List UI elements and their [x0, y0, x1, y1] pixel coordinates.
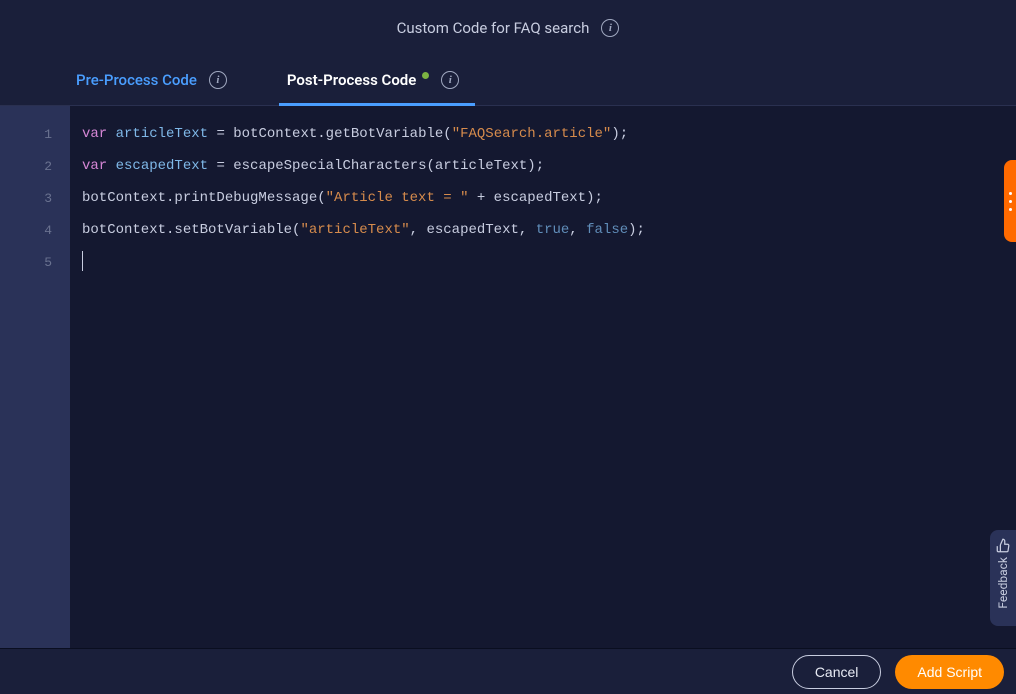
- has-content-indicator-icon: [422, 72, 429, 79]
- code-line: botContext.printDebugMessage("Article te…: [82, 182, 1016, 214]
- line-number: 1: [0, 118, 70, 150]
- tabs-bar: Pre-Process Code i Post-Process Code i: [0, 55, 1016, 105]
- code-line: botContext.setBotVariable("articleText",…: [82, 214, 1016, 246]
- info-icon[interactable]: i: [209, 71, 227, 89]
- code-line: var escapedText = escapeSpecialCharacter…: [82, 150, 1016, 182]
- line-number: 5: [0, 246, 70, 278]
- line-number-gutter: 1 2 3 4 5: [0, 106, 70, 648]
- dialog-title: Custom Code for FAQ search: [397, 19, 590, 37]
- feedback-label: Feedback: [996, 557, 1010, 609]
- code-editor: 1 2 3 4 5 var articleText = botContext.g…: [0, 105, 1016, 648]
- code-line: [82, 246, 1016, 278]
- dot-icon: [1009, 208, 1012, 211]
- line-number: 2: [0, 150, 70, 182]
- line-number: 4: [0, 214, 70, 246]
- tab-label: Post-Process Code: [287, 71, 416, 89]
- dialog-footer: Cancel Add Script: [0, 648, 1016, 694]
- info-icon[interactable]: i: [601, 19, 619, 37]
- tab-pre-process-code[interactable]: Pre-Process Code i: [76, 55, 227, 105]
- dot-icon: [1009, 200, 1012, 203]
- dot-icon: [1009, 192, 1012, 195]
- code-line: var articleText = botContext.getBotVaria…: [82, 118, 1016, 150]
- feedback-tab[interactable]: Feedback: [990, 530, 1016, 626]
- tab-post-process-code[interactable]: Post-Process Code i: [287, 55, 459, 105]
- cancel-button[interactable]: Cancel: [792, 655, 882, 689]
- line-number: 3: [0, 182, 70, 214]
- add-script-button[interactable]: Add Script: [895, 655, 1004, 689]
- side-panel-handle[interactable]: [1004, 160, 1016, 242]
- text-cursor-icon: [82, 251, 83, 271]
- info-icon[interactable]: i: [441, 71, 459, 89]
- dialog-header: Custom Code for FAQ search i: [0, 0, 1016, 55]
- thumbs-up-icon: [996, 538, 1011, 553]
- code-textarea[interactable]: var articleText = botContext.getBotVaria…: [70, 106, 1016, 648]
- tab-label: Pre-Process Code: [76, 71, 197, 89]
